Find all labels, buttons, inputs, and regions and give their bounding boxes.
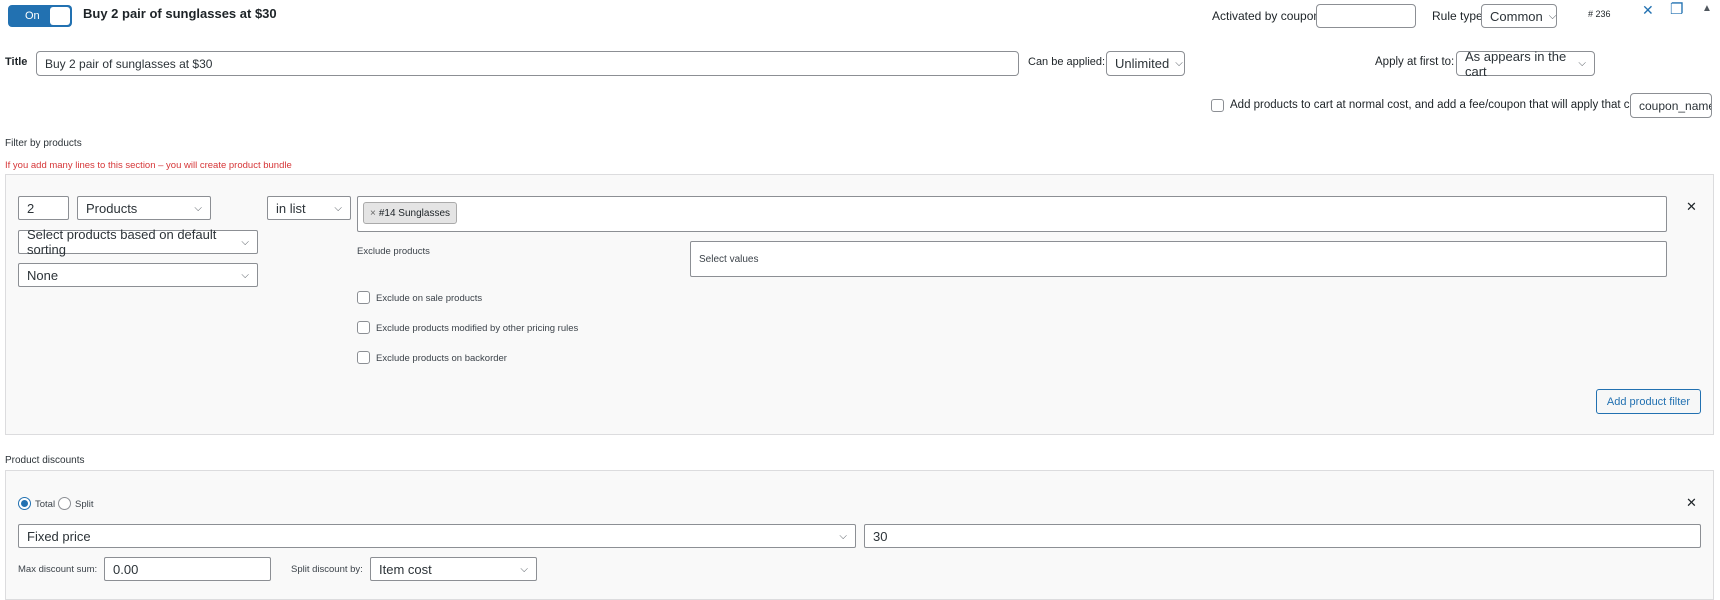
filter-type-value: Products [86,200,138,216]
radio-total[interactable] [18,497,31,510]
rule-toggle[interactable]: On [8,5,72,27]
filter-condition-value: in list [276,200,306,216]
split-by-select[interactable]: Item cost ⌵ [370,557,537,581]
rule-id: # 236 [1588,9,1611,19]
fee-coupon-checkbox[interactable] [1211,99,1224,112]
filter-none-select[interactable]: None ⌵ [18,263,258,287]
activated-by-coupon-label: Activated by coupon [1212,9,1321,23]
discount-method-value: Fixed price [27,528,91,544]
max-discount-input[interactable]: 0.00 [104,557,271,581]
filter-qty-input[interactable]: 2 [18,196,69,220]
rule-type-label: Rule type [1432,9,1483,23]
rule-toggle-knob [50,7,70,25]
bundle-warning: If you add many lines to this section – … [5,160,292,171]
product-tag-label: #14 Sunglasses [378,207,451,219]
discount-method-select[interactable]: Fixed price ⌵ [18,524,856,548]
filter-heading: Filter by products [5,138,82,149]
remove-filter-icon[interactable]: ✕ [1686,199,1697,215]
apply-first-value: As appears in the cart [1465,48,1567,79]
chevron-down-icon: ⌵ [241,236,249,248]
exclude-modified-checkbox[interactable] [357,321,370,334]
title-label: Title [5,56,28,68]
chevron-down-icon: ⌵ [241,269,249,281]
can-be-applied-select[interactable]: Unlimited ⌵ [1106,51,1185,76]
rule-name: Buy 2 pair of sunglasses at $30 [83,6,277,21]
fee-coupon-label: Add products to cart at normal cost, and… [1230,99,1645,111]
filter-sorting-select[interactable]: Select products based on default sorting… [18,227,258,257]
close-icon[interactable]: ✕ [1642,2,1654,19]
filter-type-select[interactable]: Products ⌵ [77,196,211,220]
chevron-down-icon: ⌵ [1175,58,1183,69]
filter-none-value: None [27,267,59,283]
exclude-backorder-label: Exclude products on backorder [376,353,507,364]
apply-first-select[interactable]: As appears in the cart ⌵ [1456,48,1595,79]
filter-condition-select[interactable]: in list ⌵ [267,196,351,220]
apply-first-label: Apply at first to: [1375,56,1455,68]
chevron-down-icon: ⌵ [839,530,847,542]
radio-total-label: Total [35,499,56,510]
exclude-sale-checkbox[interactable] [357,291,370,304]
exclude-products-label: Exclude products [357,246,430,257]
chevron-down-icon: ⌵ [334,202,342,214]
split-by-value: Item cost [379,561,432,577]
exclude-sale-label: Exclude on sale products [376,293,483,304]
can-be-applied-value: Unlimited [1115,56,1170,71]
can-be-applied-label: Can be applied: [1028,56,1106,68]
rule-type-select[interactable]: Common ⌵ [1481,4,1557,28]
chevron-down-icon: ⌵ [520,563,528,575]
exclude-modified-label: Exclude products modified by other prici… [376,323,579,334]
filter-sorting-value: Select products based on default sorting [27,227,217,257]
chevron-down-icon: ⌵ [1578,58,1586,69]
title-input[interactable]: Buy 2 pair of sunglasses at $30 [36,51,1019,76]
exclude-backorder-checkbox[interactable] [357,351,370,364]
radio-split-label: Split [75,499,94,510]
activated-by-coupon-input[interactable] [1316,4,1416,28]
split-by-label: Split discount by: [291,564,363,575]
discount-heading: Product discounts [5,455,85,466]
rule-toggle-label: On [25,10,40,22]
chevron-down-icon: ⌵ [1548,10,1557,22]
exclude-products-input[interactable]: Select values [690,241,1667,277]
copy-icon[interactable]: ❐ [1670,0,1683,18]
rule-type-value: Common [1490,8,1543,24]
coupon-name-input[interactable]: coupon_name [1630,93,1712,118]
remove-discount-icon[interactable]: ✕ [1686,495,1697,511]
max-discount-label: Max discount sum: [18,564,98,575]
radio-split[interactable] [58,497,71,510]
discount-amount-input[interactable]: 30 [864,524,1701,548]
product-values-field[interactable]: × #14 Sunglasses [357,196,1667,232]
product-tag: × #14 Sunglasses [363,202,458,224]
tag-remove-icon[interactable]: × [370,208,376,219]
collapse-icon[interactable]: ▲ [1702,3,1712,14]
chevron-down-icon: ⌵ [194,202,202,214]
add-product-filter-button[interactable]: Add product filter [1596,389,1701,414]
